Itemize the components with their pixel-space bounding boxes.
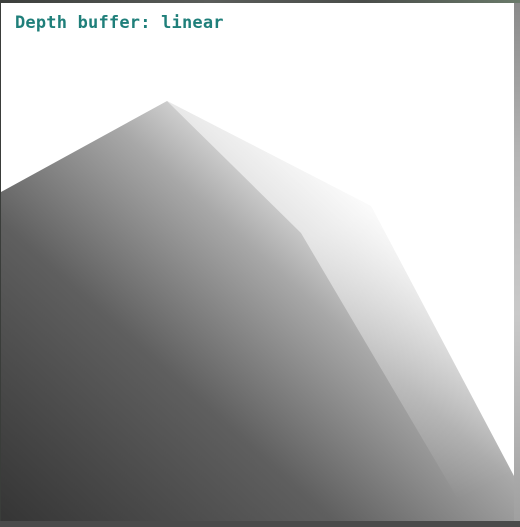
depth-render-canvas xyxy=(1,101,514,521)
render-window: Depth buffer: linear xyxy=(0,0,520,527)
window-bottom-border xyxy=(0,521,520,527)
window-right-border xyxy=(514,3,520,521)
depth-viewport[interactable]: Depth buffer: linear xyxy=(1,3,514,521)
depth-buffer-mode-label: Depth buffer: linear xyxy=(15,13,224,33)
